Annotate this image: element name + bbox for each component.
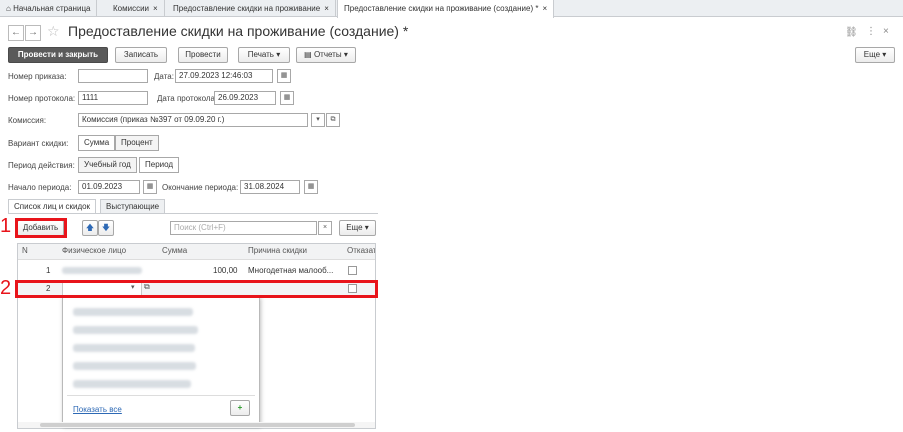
- tab-persons-discounts[interactable]: Список лиц и скидок: [8, 199, 97, 214]
- period-label: Период действия:: [8, 161, 75, 170]
- scrollbar-thumb[interactable]: [40, 423, 355, 427]
- clear-search-button[interactable]: ×: [318, 221, 332, 235]
- reports-button[interactable]: ▤ Отчеты ▾: [296, 47, 356, 63]
- tab-commissions[interactable]: Комиссии ×: [107, 0, 165, 17]
- print-button[interactable]: Печать ▾: [238, 47, 290, 63]
- variant-sum-toggle[interactable]: Сумма: [78, 135, 116, 151]
- col-n: N: [22, 246, 28, 255]
- home-icon: ⌂: [6, 4, 14, 13]
- col-person: Физическое лицо: [62, 246, 127, 255]
- tab-commissions-label: Комиссии: [113, 4, 150, 13]
- close-icon[interactable]: ×: [324, 4, 329, 13]
- dropdown-divider: [67, 395, 255, 396]
- arrow-up-icon: 🡅: [85, 223, 95, 232]
- row1-person-redacted[interactable]: [62, 267, 142, 274]
- post-button[interactable]: Провести: [178, 47, 228, 63]
- dropdown-option-4[interactable]: [73, 362, 196, 370]
- person-choice-dropdown: Показать все +: [62, 296, 260, 425]
- close-icon[interactable]: ×: [542, 4, 547, 13]
- arrow-left-icon: ←: [11, 27, 21, 38]
- report-icon: ▤: [304, 50, 314, 59]
- dropdown-option-5[interactable]: [73, 380, 191, 388]
- move-up-button[interactable]: 🡅: [82, 220, 98, 236]
- commission-label: Комиссия:: [8, 116, 47, 125]
- protocol-date-input[interactable]: 26.09.2023: [214, 91, 276, 105]
- subtab-divider: [8, 213, 378, 214]
- row1-refused-checkbox[interactable]: [348, 266, 357, 275]
- back-button[interactable]: ←: [8, 25, 24, 41]
- reports-label: Отчеты: [313, 50, 342, 59]
- tab-discount[interactable]: Предоставление скидки на проживание ×: [167, 0, 336, 17]
- order-no-input[interactable]: [78, 69, 148, 83]
- arrow-down-icon: 🡇: [101, 223, 111, 232]
- commission-input[interactable]: Комиссия (приказ №397 от 09.09.20 г.): [78, 113, 308, 127]
- page-title: Предоставление скидки на проживание (соз…: [68, 23, 409, 39]
- tab-discount-label: Предоставление скидки на проживание: [173, 4, 321, 13]
- tab-discount-create[interactable]: Предоставление скидки на проживание (соз…: [337, 0, 555, 18]
- chevron-down-icon: ▾: [362, 223, 369, 232]
- end-date-input[interactable]: 31.08.2024: [240, 180, 300, 194]
- start-date-input[interactable]: 01.09.2023: [78, 180, 140, 194]
- order-no-label: Номер приказа:: [8, 72, 67, 81]
- dropdown-option-3[interactable]: [73, 344, 195, 352]
- table-more-label: Еще: [346, 223, 363, 232]
- protocol-no-label: Номер протокола:: [8, 94, 76, 103]
- tab-home[interactable]: ⌂ Начальная страница: [0, 0, 98, 17]
- link-icon[interactable]: ⛓: [845, 27, 858, 38]
- more-label: Еще: [863, 50, 881, 59]
- calendar-icon[interactable]: ▦: [280, 91, 294, 105]
- post-close-button[interactable]: Провести и закрыть: [8, 47, 108, 63]
- row1-reason[interactable]: Многодетная малооб...: [248, 266, 333, 275]
- period-period-toggle[interactable]: Период: [139, 157, 180, 173]
- more-button[interactable]: Еще ▾: [855, 47, 895, 63]
- move-down-button[interactable]: 🡇: [98, 220, 114, 236]
- col-sum: Сумма: [162, 246, 188, 255]
- annotation-number-1: 1: [0, 215, 12, 237]
- favorite-star-icon[interactable]: ☆: [47, 23, 60, 40]
- calendar-icon[interactable]: ▦: [304, 180, 318, 194]
- col-refused: Отказат: [347, 246, 375, 255]
- dropdown-option-2[interactable]: [73, 326, 198, 334]
- col-reason: Причина скидки: [248, 246, 307, 255]
- tab-home-label: Начальная страница: [13, 4, 91, 13]
- calendar-icon[interactable]: ▦: [277, 69, 291, 83]
- dropdown-option-1[interactable]: [73, 308, 193, 316]
- forward-button[interactable]: →: [25, 25, 41, 41]
- date-input[interactable]: 27.09.2023 12:46:03: [175, 69, 273, 83]
- add-new-button[interactable]: +: [230, 400, 250, 416]
- show-all-link[interactable]: Показать все: [73, 405, 122, 414]
- arrow-right-icon: →: [28, 27, 38, 38]
- protocol-no-input[interactable]: 1111: [78, 91, 148, 105]
- annotation-box-2: [15, 280, 378, 298]
- start-label: Начало периода:: [8, 183, 72, 192]
- print-label: Печать: [247, 50, 274, 59]
- search-input[interactable]: Поиск (Ctrl+F): [170, 221, 317, 235]
- table-more-button[interactable]: Еще ▾: [339, 220, 376, 236]
- tab-discount-create-label: Предоставление скидки на проживание (соз…: [344, 4, 539, 13]
- open-link-icon[interactable]: ⧉: [326, 113, 340, 127]
- variant-label: Вариант скидки:: [8, 139, 69, 148]
- date-label: Дата:: [154, 72, 174, 81]
- end-label: Окончание периода:: [162, 183, 239, 192]
- period-year-toggle[interactable]: Учебный год: [78, 157, 137, 173]
- annotation-box-1: [15, 218, 67, 238]
- protocol-date-label: Дата протокола:: [157, 94, 218, 103]
- chevron-down-icon: ▾: [341, 50, 348, 59]
- more-vert-icon[interactable]: ⋮: [866, 26, 876, 37]
- close-icon[interactable]: ×: [883, 26, 889, 37]
- variant-percent-toggle[interactable]: Процент: [115, 135, 159, 151]
- row1-sum[interactable]: 100,00: [213, 266, 237, 275]
- chevron-down-icon: ▾: [880, 50, 887, 59]
- annotation-number-2: 2: [0, 277, 12, 299]
- chevron-down-icon[interactable]: ▾: [311, 113, 325, 127]
- calendar-icon[interactable]: ▦: [143, 180, 157, 194]
- row1-n: 1: [46, 266, 51, 275]
- chevron-down-icon: ▾: [273, 50, 281, 59]
- close-icon[interactable]: ×: [153, 4, 158, 13]
- save-button[interactable]: Записать: [115, 47, 167, 63]
- tab-speakers[interactable]: Выступающие: [100, 199, 166, 214]
